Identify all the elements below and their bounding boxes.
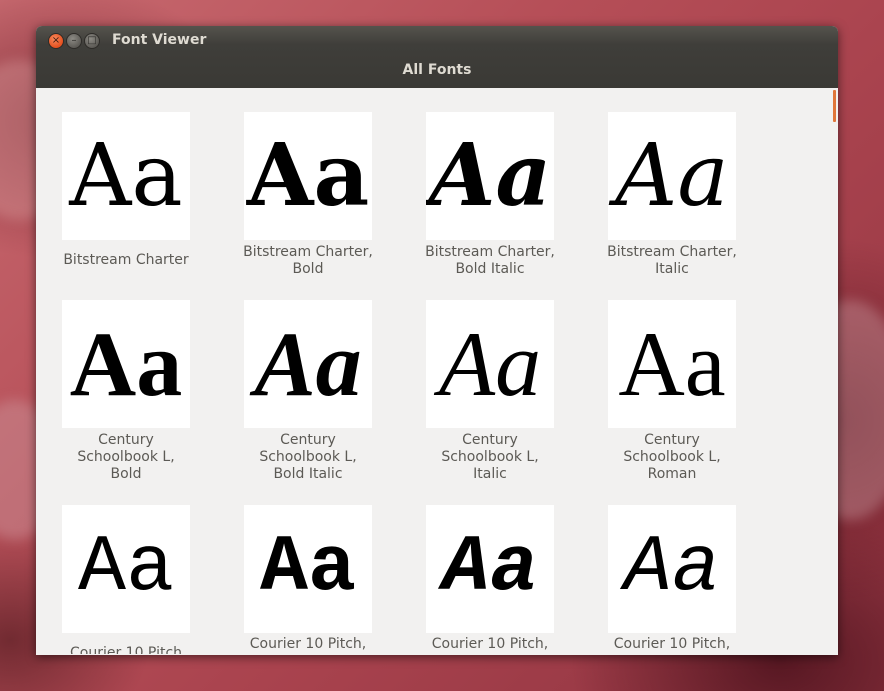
- font-sample: Aa: [69, 126, 183, 226]
- font-tile-century-schoolbook-bold-italic[interactable]: Aa: [244, 300, 372, 428]
- vertical-scrollbar[interactable]: [831, 88, 837, 654]
- font-grid: Aa Bitstream Charter Aa Bitstream Charte…: [37, 88, 837, 654]
- window-title: Font Viewer: [112, 32, 207, 48]
- font-name-label: Century Schoolbook L, Roman: [623, 432, 721, 482]
- font-name-label: Courier 10 Pitch,: [249, 636, 367, 652]
- font-name-label: Courier 10 Pitch,: [613, 636, 731, 652]
- font-name-label: Bitstream Charter, Bold Italic: [425, 244, 555, 277]
- font-sample: Aa: [77, 523, 174, 614]
- font-sample: Aa: [441, 523, 538, 614]
- font-sample: Aa: [246, 125, 370, 226]
- font-name-label: Century Schoolbook L, Bold: [77, 432, 175, 482]
- font-name-label: Bitstream Charter, Italic: [607, 244, 737, 277]
- font-tile-courier-10-pitch-bold-italic[interactable]: Aa: [426, 505, 554, 633]
- font-sample: Aa: [623, 523, 720, 614]
- font-sample: Aa: [615, 126, 729, 226]
- font-tile-courier-10-pitch-italic[interactable]: Aa: [608, 505, 736, 633]
- font-sample: Aa: [618, 313, 726, 415]
- font-tile-bitstream-charter-bold-italic[interactable]: Aa: [426, 112, 554, 240]
- font-tile-courier-10-pitch[interactable]: Aa: [62, 505, 190, 633]
- font-name-label: Century Schoolbook L, Bold Italic: [259, 432, 357, 482]
- view-subtitle: All Fonts: [402, 62, 472, 78]
- font-sample: Aa: [438, 313, 542, 415]
- font-tile-bitstream-charter-italic[interactable]: Aa: [608, 112, 736, 240]
- font-tile-century-schoolbook-roman[interactable]: Aa: [608, 300, 736, 428]
- font-name-label: Bitstream Charter, Bold: [243, 244, 373, 277]
- font-tile-century-schoolbook-bold[interactable]: Aa: [62, 300, 190, 428]
- font-tile-bitstream-charter-bold[interactable]: Aa: [244, 112, 372, 240]
- close-window-button[interactable]: ×: [48, 33, 64, 49]
- font-sample: Aa: [254, 313, 362, 415]
- title-bar[interactable]: × – □ Font Viewer All Fonts: [36, 26, 838, 88]
- font-name-label: Century Schoolbook L, Italic: [441, 432, 539, 482]
- minimize-window-button[interactable]: –: [66, 33, 82, 49]
- font-sample: Aa: [259, 523, 356, 614]
- font-tile-century-schoolbook-italic[interactable]: Aa: [426, 300, 554, 428]
- font-name-label: Courier 10 Pitch,: [431, 636, 549, 652]
- font-tile-courier-10-pitch-bold[interactable]: Aa: [244, 505, 372, 633]
- font-sample: Aa: [428, 125, 552, 226]
- font-name-label: Courier 10 Pitch: [69, 645, 183, 654]
- maximize-window-button[interactable]: □: [84, 33, 100, 49]
- font-tile-bitstream-charter[interactable]: Aa: [62, 112, 190, 240]
- font-viewer-window: × – □ Font Viewer All Fonts Aa Bitstream…: [36, 26, 838, 655]
- font-name-label: Bitstream Charter: [63, 252, 189, 268]
- scrollbar-thumb[interactable]: [833, 90, 836, 122]
- font-sample: Aa: [69, 313, 183, 415]
